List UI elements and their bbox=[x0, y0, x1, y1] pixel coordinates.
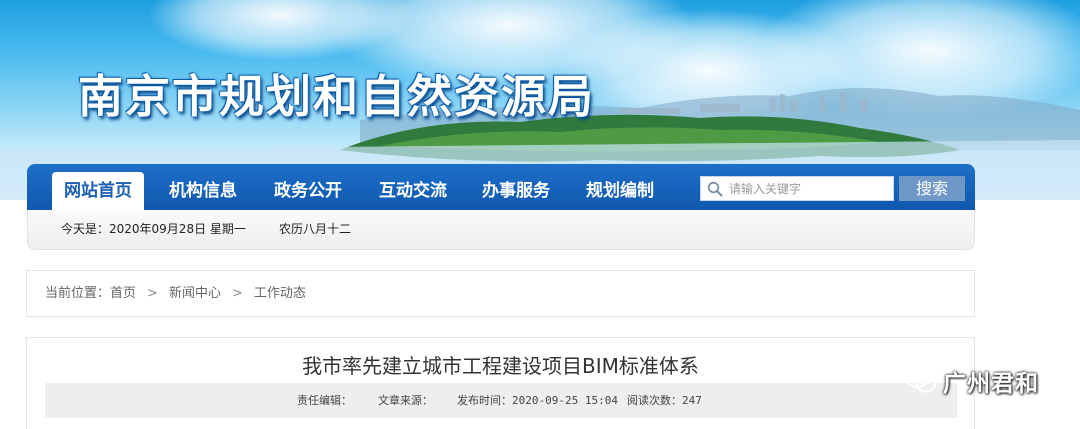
breadcrumb-item-work-news[interactable]: 工作动态 bbox=[254, 271, 306, 316]
breadcrumb-item-news-center[interactable]: 新闻中心 bbox=[169, 271, 221, 316]
nav-item-organization[interactable]: 机构信息 bbox=[157, 172, 249, 210]
meta-source: 文章来源： bbox=[378, 394, 433, 407]
nav-item-interaction[interactable]: 互动交流 bbox=[367, 172, 459, 210]
search-box bbox=[700, 176, 894, 201]
wechat-icon bbox=[904, 367, 937, 393]
site-title[interactable]: 南京市规划和自然资源局 bbox=[78, 60, 595, 125]
lunar-date: 农历八月十二 bbox=[279, 222, 352, 236]
current-date: 今天是：2020年09月28日 星期一 bbox=[61, 222, 246, 236]
main-nav: 网站首页 机构信息 政务公开 互动交流 办事服务 规划编制 搜索 bbox=[27, 164, 975, 210]
breadcrumb-prefix: 当前位置： bbox=[45, 286, 111, 301]
nav-item-planning[interactable]: 规划编制 bbox=[574, 172, 666, 210]
meta-editor: 责任编辑： bbox=[297, 394, 352, 407]
breadcrumb: 当前位置：首页 > 新闻中心 > 工作动态 bbox=[26, 270, 975, 317]
meta-published: 发布时间：2020-09-25 15:04 bbox=[457, 394, 618, 407]
article-title: 我市率先建立城市工程建设项目BIM标准体系 bbox=[302, 354, 699, 378]
article-meta: 责任编辑： 文章来源： 发布时间：2020-09-25 15:04 阅读次数：2… bbox=[45, 383, 957, 418]
search-button[interactable]: 搜索 bbox=[899, 176, 965, 201]
search-icon bbox=[701, 177, 729, 200]
nav-item-home[interactable]: 网站首页 bbox=[52, 172, 144, 210]
watermark-text: 广州君和 bbox=[943, 371, 1039, 397]
date-bar: 今天是：2020年09月28日 星期一 农历八月十二 bbox=[27, 210, 975, 250]
nav-item-government-affairs[interactable]: 政务公开 bbox=[262, 172, 354, 210]
watermark: 广州君和 bbox=[903, 363, 1039, 399]
chevron-right-icon: > bbox=[231, 286, 243, 301]
search-input[interactable] bbox=[729, 177, 889, 200]
chevron-right-icon: > bbox=[147, 286, 158, 301]
nav-item-services[interactable]: 办事服务 bbox=[470, 172, 562, 210]
breadcrumb-item-home[interactable]: 首页 bbox=[110, 271, 136, 316]
article: 我市率先建立城市工程建设项目BIM标准体系 责任编辑： 文章来源： 发布时间：2… bbox=[26, 337, 975, 429]
meta-read-count: 阅读次数：247 bbox=[627, 394, 702, 407]
